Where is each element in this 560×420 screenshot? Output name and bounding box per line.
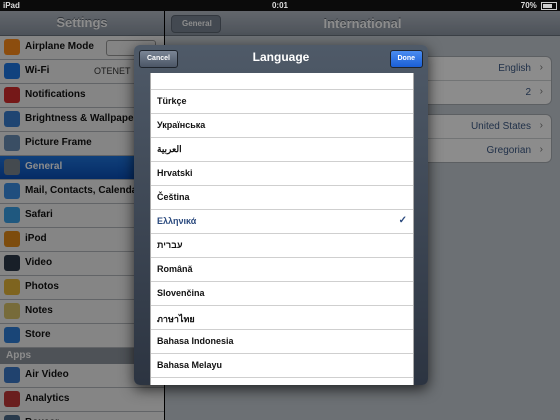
clock: 0:01 [271, 1, 288, 10]
language-option-label: עברית [157, 240, 183, 250]
language-option-label: Türkçe [157, 96, 187, 106]
language-option-label: Hrvatski [157, 168, 193, 178]
language-option[interactable]: Čeština [151, 186, 413, 210]
language-option[interactable]: עברית [151, 234, 413, 258]
language-option[interactable]: Türkçe [151, 90, 413, 114]
language-option-label: Bahasa Melayu [157, 360, 223, 370]
language-option-label: Українська [157, 120, 206, 130]
language-option[interactable]: Ελληνικά ✓ [151, 210, 413, 234]
language-list[interactable]: Türkçe Українська العربية Hrvatski Čeština Ελ… [150, 73, 414, 385]
language-option-label: Čeština [157, 192, 190, 202]
status-bar: iPad 0:01 70% [0, 0, 560, 11]
battery-icon [541, 1, 557, 10]
language-option[interactable]: Hrvatski [151, 162, 413, 186]
language-option[interactable]: Bahasa Indonesia [151, 330, 413, 354]
list-top-spacer [151, 73, 413, 90]
language-option-label: العربية [157, 144, 182, 154]
checkmark-icon: ✓ [398, 215, 407, 226]
language-option[interactable]: Română [151, 258, 413, 282]
language-option[interactable]: British English [151, 378, 413, 385]
language-option[interactable]: Українська [151, 114, 413, 138]
language-option-label: Ελληνικά [157, 216, 197, 226]
battery-indicator: 70% [521, 1, 557, 10]
popover-title: Language [252, 50, 310, 64]
language-option[interactable]: العربية [151, 138, 413, 162]
language-option[interactable]: Slovenčina [151, 282, 413, 306]
done-button[interactable]: Done [389, 50, 423, 68]
language-option-label: British English [157, 384, 221, 385]
language-option-label: Slovenčina [157, 288, 205, 298]
battery-percent: 70% [520, 1, 537, 10]
language-option-label: Bahasa Indonesia [157, 336, 234, 346]
language-option[interactable]: Bahasa Melayu [151, 354, 413, 378]
language-option-label: Română [157, 264, 193, 274]
language-option-label: ภาษาไทย [157, 314, 195, 324]
language-popover: Cancel Language Done Türkçe Українська الع… [134, 45, 428, 385]
language-option[interactable]: ภาษาไทย [151, 306, 413, 330]
